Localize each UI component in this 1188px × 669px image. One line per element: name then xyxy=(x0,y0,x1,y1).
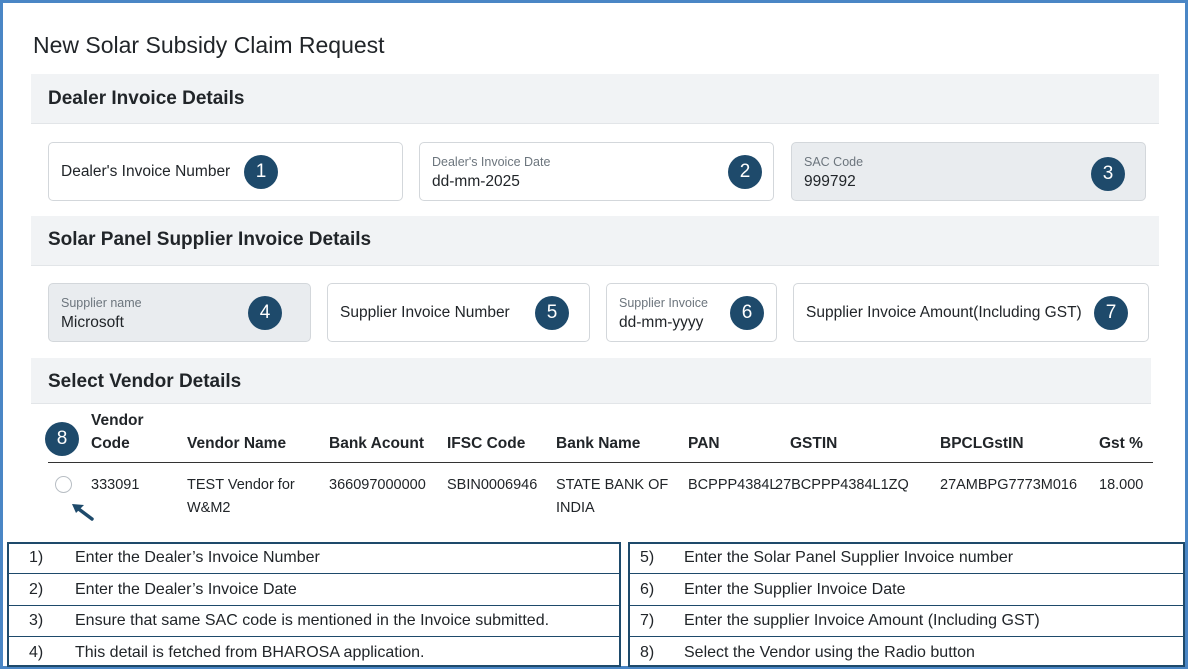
step-badge-7: 7 xyxy=(1094,296,1128,330)
sac-code-field: SAC Code 999792 3 xyxy=(791,142,1146,201)
cell-gstin: 27BCPPP4384L1ZQ xyxy=(775,477,909,493)
col-header-code: Code xyxy=(91,435,130,452)
supplier-invoice-number-placeholder: Supplier Invoice Number xyxy=(340,303,510,321)
note-divider xyxy=(630,636,1183,637)
supplier-invoice-date-field[interactable]: Supplier Invoice dd-mm-yyyy 6 xyxy=(606,283,777,342)
instructions-left: 1) Enter the Dealer’s Invoice Number 2) … xyxy=(7,542,621,667)
cell-vendor-name-2: W&M2 xyxy=(187,500,231,516)
col-header-bank-name: Bank Name xyxy=(556,435,641,452)
instructions-right: 5) Enter the Solar Panel Supplier Invoic… xyxy=(628,542,1185,667)
supplier-invoice-number-field[interactable]: Supplier Invoice Number 5 xyxy=(327,283,590,342)
dealer-invoice-date-field[interactable]: Dealer's Invoice Date dd-mm-2025 2 xyxy=(419,142,774,201)
dealer-invoice-date-label: Dealer's Invoice Date xyxy=(432,155,551,169)
note-divider xyxy=(630,605,1183,606)
cell-gst-pct: 18.000 xyxy=(1099,477,1144,493)
vendor-select-radio[interactable] xyxy=(55,476,72,493)
step-badge-1: 1 xyxy=(244,155,278,189)
note-divider xyxy=(9,605,619,606)
step-badge-6: 6 xyxy=(730,296,764,330)
note-6-text: Enter the Supplier Invoice Date xyxy=(684,581,906,598)
col-header-vendor-name: Vendor Name xyxy=(187,435,287,452)
dealer-invoice-number-field[interactable]: Dealer's Invoice Number 1 xyxy=(48,142,403,201)
supplier-invoice-amount-placeholder: Supplier Invoice Amount(Including GST) xyxy=(806,303,1082,321)
table-header-divider xyxy=(48,462,1153,463)
cell-bank-name-2: INDIA xyxy=(556,500,595,516)
supplier-name-field: Supplier name Microsoft 4 xyxy=(48,283,311,342)
note-7-text: Enter the supplier Invoice Amount (Inclu… xyxy=(684,612,1040,629)
cell-bpcl-gstin: 27AMBPG7773M016 xyxy=(940,477,1078,493)
note-divider xyxy=(9,573,619,574)
note-5-num: 5) xyxy=(640,549,655,566)
step-badge-8: 8 xyxy=(45,422,79,456)
step-badge-4: 4 xyxy=(248,296,282,330)
dealer-section-title: Dealer Invoice Details xyxy=(48,88,245,109)
note-6-num: 6) xyxy=(640,581,655,598)
supplier-invoice-date-value: dd-mm-yyyy xyxy=(619,314,704,331)
page-title: New Solar Subsidy Claim Request xyxy=(33,32,385,58)
vendor-section-title: Select Vendor Details xyxy=(48,371,242,392)
supplier-name-value: Microsoft xyxy=(61,314,124,331)
note-8-num: 8) xyxy=(640,644,655,661)
col-header-bank-account: Bank Acount xyxy=(329,435,425,452)
cell-bank-name: STATE BANK OF xyxy=(556,477,669,493)
note-2-num: 2) xyxy=(29,581,44,598)
supplier-name-label: Supplier name xyxy=(61,296,142,310)
arrow-up-left-icon xyxy=(72,504,94,521)
cell-vendor-code: 333091 xyxy=(91,477,140,493)
note-3-text: Ensure that same SAC code is mentioned i… xyxy=(75,612,550,629)
supplier-invoice-date-label: Supplier Invoice xyxy=(619,296,708,310)
note-divider xyxy=(630,573,1183,574)
note-5-text: Enter the Solar Panel Supplier Invoice n… xyxy=(684,549,1014,566)
note-4-text: This detail is fetched from BHAROSA appl… xyxy=(75,644,425,661)
note-1-text: Enter the Dealer’s Invoice Number xyxy=(75,549,320,566)
note-8-text: Select the Vendor using the Radio button xyxy=(684,644,975,661)
col-header-bpcl-gstin: BPCLGstIN xyxy=(940,435,1024,452)
cell-bank-account: 366097000000 xyxy=(329,477,426,493)
cell-pan: BCPPP4384L xyxy=(688,477,778,493)
note-1-num: 1) xyxy=(29,549,44,566)
dealer-invoice-date-value: dd-mm-2025 xyxy=(432,173,520,190)
col-header-pan: PAN xyxy=(688,435,720,452)
supplier-section-title: Solar Panel Supplier Invoice Details xyxy=(48,229,372,250)
note-4-num: 4) xyxy=(29,644,44,661)
step-badge-2: 2 xyxy=(728,155,762,189)
col-header-vendor: Vendor xyxy=(91,412,144,429)
cell-vendor-name: TEST Vendor for xyxy=(187,477,295,493)
supplier-invoice-amount-field[interactable]: Supplier Invoice Amount(Including GST) 7 xyxy=(793,283,1149,342)
col-header-ifsc: IFSC Code xyxy=(447,435,526,452)
note-7-num: 7) xyxy=(640,612,655,629)
cell-ifsc: SBIN0006946 xyxy=(447,477,538,493)
step-badge-5: 5 xyxy=(535,296,569,330)
note-2-text: Enter the Dealer’s Invoice Date xyxy=(75,581,297,598)
note-divider xyxy=(9,636,619,637)
col-header-gstin: GSTIN xyxy=(790,435,838,452)
note-3-num: 3) xyxy=(29,612,44,629)
step-badge-3: 3 xyxy=(1091,157,1125,191)
sac-code-label: SAC Code xyxy=(804,155,864,169)
dealer-invoice-number-placeholder: Dealer's Invoice Number xyxy=(61,162,231,180)
sac-code-value: 999792 xyxy=(804,173,856,190)
col-header-gst-pct: Gst % xyxy=(1099,435,1143,452)
